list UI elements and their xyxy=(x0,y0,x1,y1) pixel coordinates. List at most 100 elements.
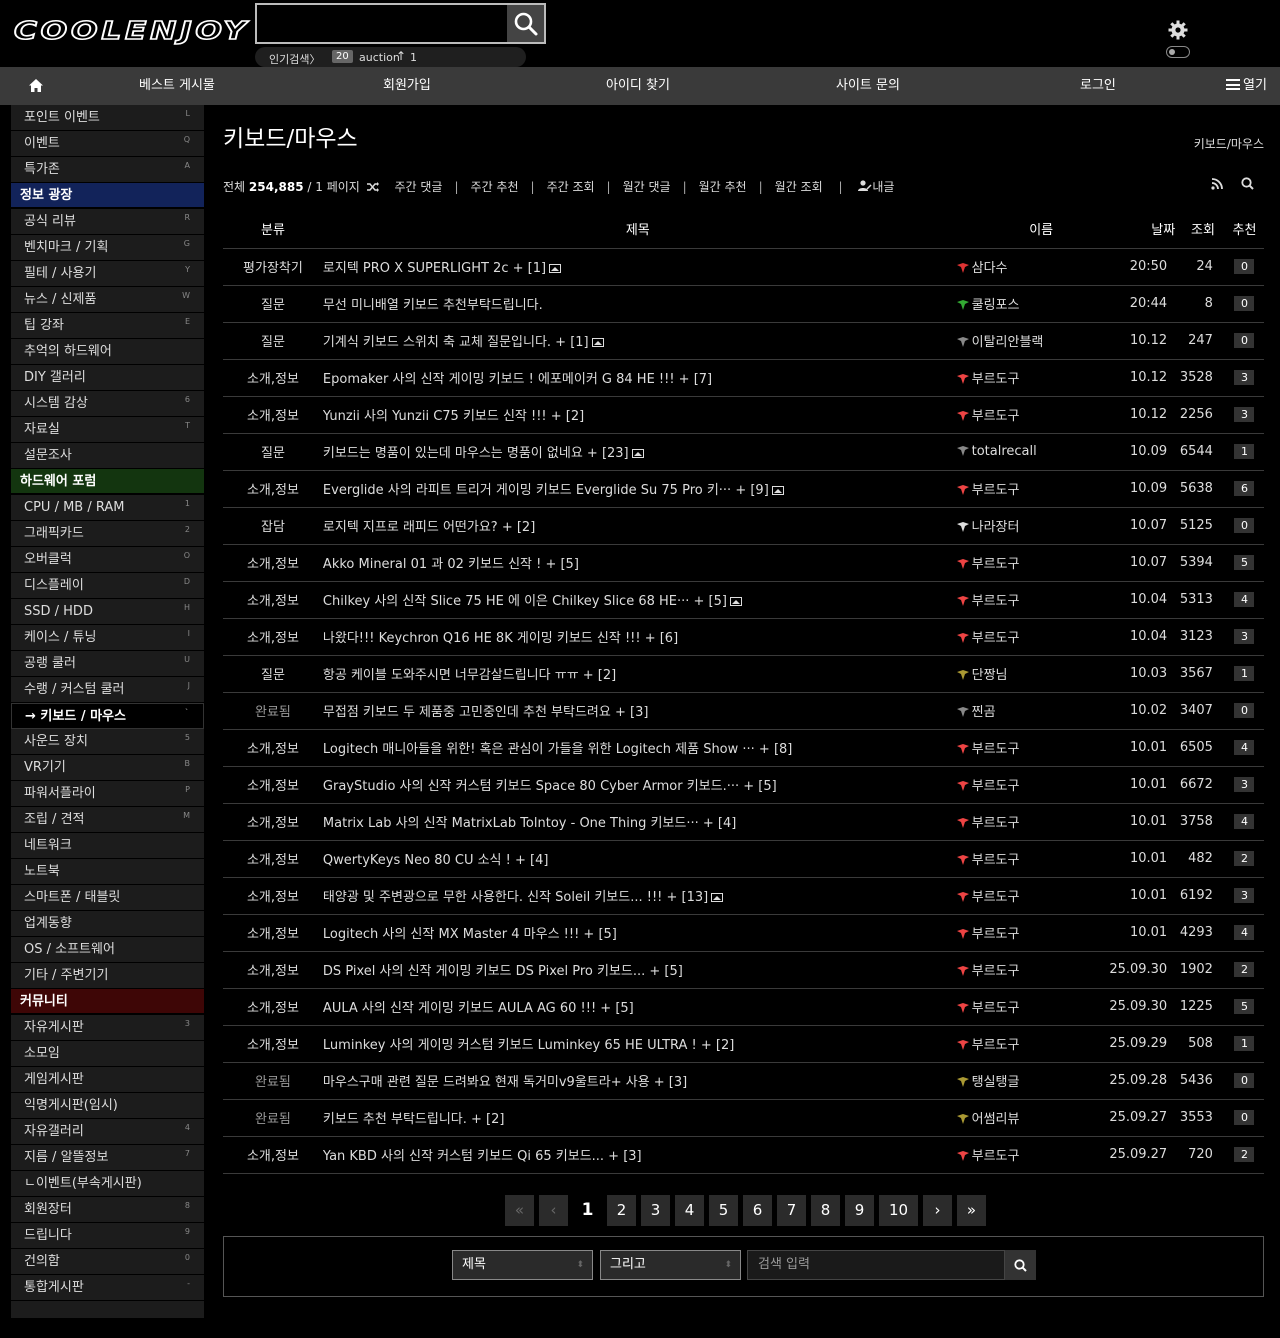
post-title-cell[interactable]: 키보드 추천 부탁드립니다. + [2] xyxy=(322,1099,953,1137)
sidebar-item[interactable]: 지름 / 알뜰정보 7 xyxy=(11,1145,204,1171)
table-row[interactable]: 소개,정보 Yunzii 사의 Yunzii C75 키보드 신작 !!! + [… xyxy=(223,396,1264,434)
page-number-button[interactable]: 1 xyxy=(573,1195,602,1226)
table-row[interactable]: 소개,정보 AULA 사의 신작 게이밍 키보드 AULA AG 60 !!! +… xyxy=(223,988,1264,1026)
table-row[interactable]: 질문 항공 케이블 도와주시면 너무감살드립니다 ㅠㅠ + [2] 단짱님 10.03… xyxy=(223,655,1264,693)
settings-gear-icon[interactable] xyxy=(1168,20,1188,44)
table-row[interactable]: 질문 기계식 키보드 스위치 축 교체 질문입니다. + [1] 이탈리안블랙 10.… xyxy=(223,322,1264,360)
post-title-cell[interactable]: 나왔다!!! Keychron Q16 HE 8K 게이밍 키보드 신작 !!!… xyxy=(322,618,953,656)
nav-site-inquiry[interactable]: 사이트 문의 xyxy=(836,67,900,105)
post-title[interactable]: 키보드는 명품이 있는데 마우스는 명품이 없네요 + [23] xyxy=(323,446,629,461)
author-name[interactable]: 부르도구 xyxy=(972,816,1020,831)
author-name[interactable]: 찐곰 xyxy=(972,705,996,720)
post-category[interactable]: 소개,정보 xyxy=(223,581,323,619)
post-title[interactable]: 나왔다!!! Keychron Q16 HE 8K 게이밍 키보드 신작 !!!… xyxy=(323,631,678,646)
page-number-button[interactable]: 9 xyxy=(845,1195,874,1226)
table-row[interactable]: 소개,정보 Everglide 사의 라피트 트리거 게이밍 키보드 Evergl… xyxy=(223,470,1264,508)
sidebar-item[interactable]: 네트워크 xyxy=(11,833,204,859)
sidebar-item[interactable]: OS / 소프트웨어 xyxy=(11,937,204,963)
post-title-cell[interactable]: 항공 케이블 도와주시면 너무감살드립니다 ㅠㅠ + [2] xyxy=(322,655,953,693)
sidebar-item[interactable]: 팁 강좌 E xyxy=(11,313,204,339)
post-author[interactable]: 부르도구 xyxy=(952,729,1100,767)
post-author[interactable]: 단짱님 xyxy=(952,655,1100,693)
post-author[interactable]: 부르도구 xyxy=(952,359,1100,397)
popular-search-keyword[interactable]: auction xyxy=(359,51,400,64)
sidebar-item[interactable]: 게임게시판 xyxy=(11,1067,204,1093)
sort-filter-link[interactable]: 월간 조회 xyxy=(775,180,823,194)
post-title-cell[interactable]: Logitech 사의 신작 MX Master 4 마우스 !!! + [5] xyxy=(322,914,953,952)
sidebar-item[interactable]: 그래픽카드 2 xyxy=(11,521,204,547)
home-icon[interactable] xyxy=(28,78,44,97)
post-title[interactable]: 로지텍 지프로 래피드 어떤가요? + [2] xyxy=(323,520,535,535)
my-posts-link[interactable]: 내글 xyxy=(872,180,894,194)
post-title-cell[interactable]: Everglide 사의 라피트 트리거 게이밍 키보드 Everglide S… xyxy=(322,470,953,508)
page-last-button[interactable]: » xyxy=(957,1195,986,1226)
table-row[interactable]: 질문 키보드는 명품이 있는데 마우스는 명품이 없네요 + [23] totalr… xyxy=(223,433,1264,471)
post-author[interactable]: 부르도구 xyxy=(952,951,1100,989)
table-row[interactable]: 소개,정보 Matrix Lab 사의 신작 MatrixLab Tolntoy … xyxy=(223,803,1264,841)
page-number-button[interactable]: 4 xyxy=(675,1195,704,1226)
post-category[interactable]: 소개,정보 xyxy=(223,1025,323,1063)
sidebar-item[interactable]: 오버클럭 O xyxy=(11,547,204,573)
post-title[interactable]: Everglide 사의 라피트 트리거 게이밍 키보드 Everglide S… xyxy=(323,483,769,498)
page-prev-button[interactable]: ‹ xyxy=(539,1195,568,1226)
sidebar-item[interactable]: 스마트폰 / 태블릿 xyxy=(11,885,204,911)
sidebar-item[interactable]: 케이스 / 튜닝 I xyxy=(11,625,204,651)
sidebar-item[interactable]: DIY 갤러리 xyxy=(11,365,204,391)
table-row[interactable]: 소개,정보 태양광 및 주변광으로 무한 사용한다. 신작 Soleil 키보드.… xyxy=(223,877,1264,915)
nav-login[interactable]: 로그인 xyxy=(1080,67,1116,105)
post-title-cell[interactable]: 마우스구매 관련 질문 드려봐요 현재 독거미v9울트라+ 사용 + [3] xyxy=(322,1062,953,1100)
author-name[interactable]: 쿨링포스 xyxy=(972,298,1020,313)
sidebar-item[interactable]: 추억의 하드웨어 xyxy=(11,339,204,365)
author-name[interactable]: 부르도구 xyxy=(972,557,1020,572)
post-category[interactable]: 소개,정보 xyxy=(223,729,323,767)
table-row[interactable]: 소개,정보 QwertyKeys Neo 80 CU 소식 ! + [4] 부르도구… xyxy=(223,840,1264,878)
post-category[interactable]: 완료됨 xyxy=(223,1099,323,1137)
post-title-cell[interactable]: GrayStudio 사의 신작 커스텀 키보드 Space 80 Cyber … xyxy=(322,766,953,804)
col-views[interactable]: 조회 xyxy=(1175,209,1225,249)
post-title-cell[interactable]: 기계식 키보드 스위치 축 교체 질문입니다. + [1] xyxy=(322,322,953,360)
author-name[interactable]: 부르도구 xyxy=(972,742,1020,757)
post-title[interactable]: Logitech 매니아들을 위한! 혹은 관심이 가들을 위한 Logitec… xyxy=(323,742,792,757)
board-search-input[interactable]: 검색 입력 xyxy=(747,1250,1005,1280)
sidebar-item[interactable]: 드립니다 9 xyxy=(11,1223,204,1249)
author-name[interactable]: 부르도구 xyxy=(972,409,1020,424)
post-title[interactable]: Akko Mineral 01 과 02 키보드 신작 ! + [5] xyxy=(323,557,579,572)
sidebar-item[interactable]: 시스템 감상 6 xyxy=(11,391,204,417)
sidebar-item[interactable]: 벤치마크 / 기획 G xyxy=(11,235,204,261)
post-author[interactable]: 탱실탱글 xyxy=(952,1062,1100,1100)
post-category[interactable]: 소개,정보 xyxy=(223,359,323,397)
post-title-cell[interactable]: Yunzii 사의 Yunzii C75 키보드 신작 !!! + [2] xyxy=(322,396,953,434)
post-title-cell[interactable]: 로지텍 PRO X SUPERLIGHT 2c + [1] xyxy=(322,248,953,286)
post-author[interactable]: 어썸리뷰 xyxy=(952,1099,1100,1137)
table-row[interactable]: 소개,정보 Akko Mineral 01 과 02 키보드 신작 ! + [5]… xyxy=(223,544,1264,582)
nav-signup[interactable]: 회원가입 xyxy=(383,67,431,105)
table-row[interactable]: 소개,정보 Epomaker 사의 신작 게이밍 키보드 ! 에포메이커 G 84… xyxy=(223,359,1264,397)
site-logo[interactable]: COOLENJOY xyxy=(13,15,250,46)
post-category[interactable]: 잡담 xyxy=(223,507,323,545)
post-author[interactable]: 부르도구 xyxy=(952,803,1100,841)
post-author[interactable]: 찐곰 xyxy=(952,692,1100,730)
site-search-input[interactable] xyxy=(257,5,507,42)
post-category[interactable]: 소개,정보 xyxy=(223,396,323,434)
sort-filter-link[interactable]: 주간 조회 xyxy=(547,180,595,194)
post-author[interactable]: 쿨링포스 xyxy=(952,285,1100,323)
sidebar-item[interactable]: VR기기 B xyxy=(11,755,204,781)
author-name[interactable]: 부르도구 xyxy=(972,1149,1020,1164)
sidebar-item[interactable]: 자유게시판 3 xyxy=(11,1015,204,1041)
post-title[interactable]: 로지텍 PRO X SUPERLIGHT 2c + [1] xyxy=(323,261,546,276)
post-title[interactable]: AULA 사의 신작 게이밍 키보드 AULA AG 60 !!! + [5] xyxy=(323,1001,634,1016)
author-name[interactable]: 부르도구 xyxy=(972,1038,1020,1053)
sort-filter-link[interactable]: 월간 추천 xyxy=(699,180,747,194)
board-search-button[interactable] xyxy=(1005,1250,1036,1280)
sidebar-item[interactable]: 건의함 0 xyxy=(11,1249,204,1275)
table-row[interactable]: 소개,정보 Logitech 사의 신작 MX Master 4 마우스 !!! … xyxy=(223,914,1264,952)
post-category[interactable]: 소개,정보 xyxy=(223,951,323,989)
sidebar-item[interactable]: 디스플레이 D xyxy=(11,573,204,599)
post-title-cell[interactable]: 키보드는 명품이 있는데 마우스는 명품이 없네요 + [23] xyxy=(322,433,953,471)
sidebar-item[interactable]: 포인트 이벤트 L xyxy=(11,105,204,131)
post-author[interactable]: 부르도구 xyxy=(952,877,1100,915)
post-author[interactable]: 부르도구 xyxy=(952,1136,1100,1174)
author-name[interactable]: 부르도구 xyxy=(972,594,1020,609)
post-title-cell[interactable]: Chilkey 사의 신작 Slice 75 HE 에 이은 Chilkey S… xyxy=(322,581,953,619)
post-author[interactable]: 부르도구 xyxy=(952,840,1100,878)
